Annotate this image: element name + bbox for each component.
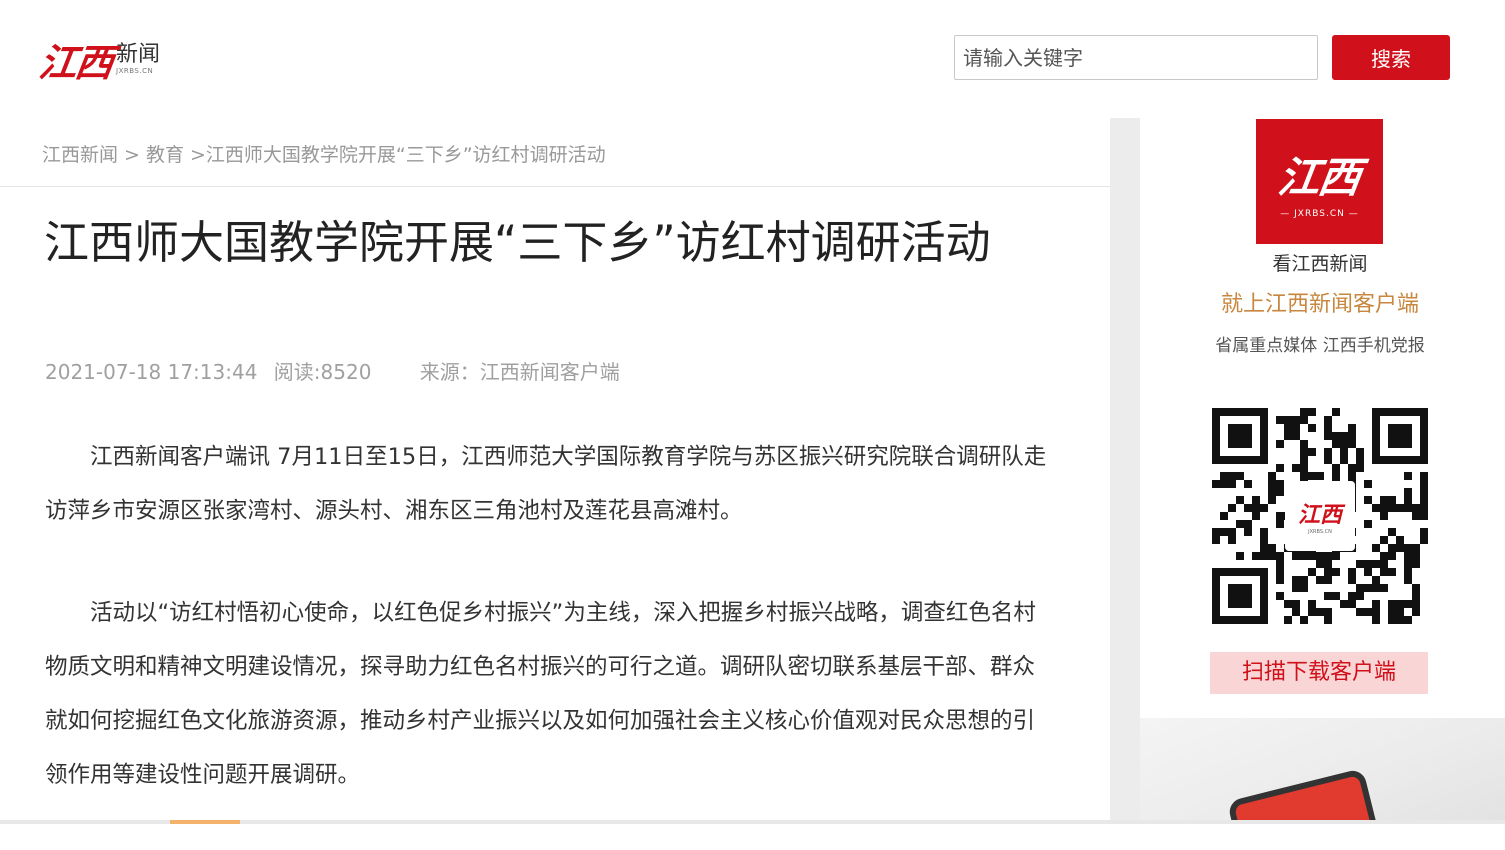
- logo-subtext: JXRBS.CN: [116, 67, 154, 75]
- breadcrumb-category[interactable]: 教育: [146, 144, 184, 166]
- breadcrumb: 江西新闻 > 教育 >江西师大国教学院开展“三下乡”访红村调研活动: [42, 140, 606, 167]
- promo-line-1: 看江西新闻: [1272, 253, 1368, 275]
- promo-line-3: 省属重点媒体 江西手机党报: [1215, 336, 1425, 356]
- breadcrumb-current: 江西师大国教学院开展“三下乡”访红村调研活动: [205, 144, 606, 166]
- search-input[interactable]: [954, 35, 1318, 80]
- breadcrumb-home[interactable]: 江西新闻: [42, 144, 118, 166]
- qr-center-logo: 江西 JXRBS.CN: [1285, 481, 1355, 551]
- breadcrumb-separator: >: [124, 144, 140, 166]
- article-main: 江西新闻 > 教育 >江西师大国教学院开展“三下乡”访红村调研活动 江西师大国教学院开…: [0, 118, 1110, 824]
- logo-side: 新闻 JXRBS.CN: [116, 42, 161, 76]
- promo-line-2: 就上江西新闻客户端: [1220, 292, 1419, 317]
- app-logo: 江西 — JXRBS.CN —: [1256, 119, 1383, 244]
- article-paragraph: 活动以“访红村悟初心使命，以红色促乡村振兴”为主线，深入把握乡村振兴战略，调查红…: [45, 600, 1036, 788]
- site-logo[interactable]: 江西 新闻 JXRBS.CN: [36, 30, 180, 88]
- search-button[interactable]: 搜索: [1332, 35, 1450, 80]
- logo-text: 新闻: [116, 42, 161, 67]
- bottom-scroll-thumb[interactable]: [170, 820, 240, 824]
- logo-mark: 江西: [36, 39, 115, 85]
- breadcrumb-divider: [0, 186, 1110, 187]
- phone-promo-image: [1140, 718, 1505, 824]
- breadcrumb-separator: >: [189, 144, 206, 166]
- qr-code: 江西 JXRBS.CN: [1212, 408, 1428, 624]
- download-app-button[interactable]: 扫描下载客户端: [1210, 652, 1428, 694]
- app-logo-subtext: — JXRBS.CN —: [1280, 209, 1359, 219]
- qr-center-mark: 江西: [1297, 502, 1342, 528]
- article-meta: 2021-07-18 17:13:44 阅读:8520 来源：江西新闻客户端: [45, 356, 630, 385]
- article-datetime: 2021-07-18 17:13:44: [45, 360, 258, 384]
- article-read-count: 阅读:8520: [273, 360, 372, 384]
- qr-center-subtext: JXRBS.CN: [1308, 529, 1332, 535]
- app-logo-mark: 江西: [1275, 153, 1363, 202]
- app-promo-sidebar: 江西 — JXRBS.CN — 看江西新闻 就上江西新闻客户端 省属重点媒体 江…: [1140, 118, 1505, 824]
- article-title: 江西师大国教学院开展“三下乡”访红村调研活动: [44, 216, 991, 269]
- site-header: 江西 新闻 JXRBS.CN 搜索: [0, 0, 1505, 118]
- column-gutter: [1110, 118, 1140, 824]
- article-paragraph: 江西新闻客户端讯 7月11日至15日，江西师范大学国际教育学院与苏区振兴研究院联…: [45, 444, 1047, 524]
- phone-illustration: [1226, 767, 1378, 824]
- article-source: 来源：江西新闻客户端: [419, 360, 620, 384]
- article-body: 江西新闻客户端讯 7月11日至15日，江西师范大学国际教育学院与苏区振兴研究院联…: [45, 430, 1057, 850]
